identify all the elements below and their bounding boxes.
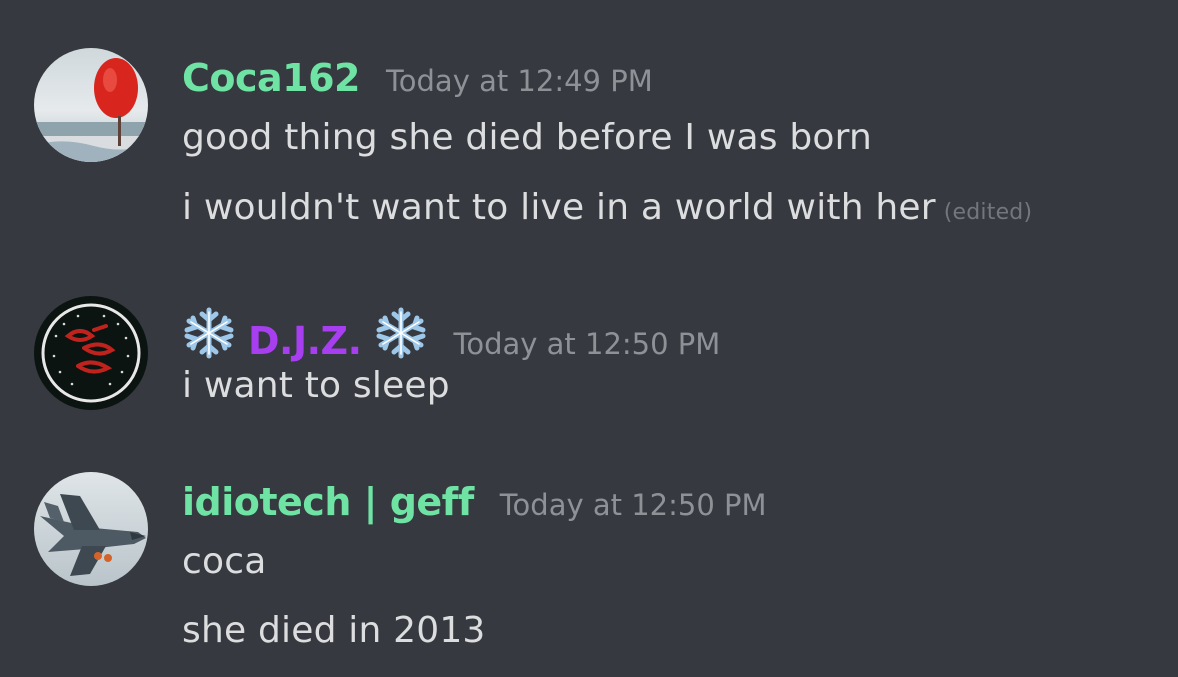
message-line: good thing she died before I was born <box>182 117 872 158</box>
timestamp: Today at 12:50 PM <box>453 327 721 361</box>
message-text: coca <box>182 541 267 582</box>
timestamp: Today at 12:50 PM <box>499 488 767 522</box>
message-line: i want to sleep <box>182 365 450 406</box>
avatar[interactable] <box>34 296 148 410</box>
message-text: i want to sleep <box>182 365 450 406</box>
fighter-jet-avatar-icon <box>34 472 148 586</box>
username[interactable]: Coca162 <box>182 56 360 100</box>
timestamp: Today at 12:49 PM <box>385 64 653 98</box>
edited-label: (edited) <box>943 200 1033 225</box>
message-text: good thing she died before I was born <box>182 117 873 158</box>
message-group-djz: D.J.Z. Today at 12:50 PM i want to sleep <box>0 260 1178 440</box>
message-text: i wouldn't want to live in a world with … <box>182 187 936 228</box>
avatar[interactable] <box>34 48 148 162</box>
snowflake-icon <box>182 306 236 360</box>
djz-logo-avatar-icon <box>34 296 148 410</box>
message-line: she died in 2013 <box>182 610 486 651</box>
message-text: she died in 2013 <box>182 610 486 651</box>
message-line: coca <box>182 541 266 582</box>
username[interactable]: D.J.Z. <box>248 319 362 363</box>
username[interactable]: idiotech | geff <box>182 480 474 524</box>
message-group-coca162: Coca162 Today at 12:49 PM good thing she… <box>0 0 1178 260</box>
snowflake-icon <box>374 306 428 360</box>
message-line: i wouldn't want to live in a world with … <box>182 187 1032 228</box>
avatar[interactable] <box>34 472 148 586</box>
message-group-idiotech-geff: idiotech | geff Today at 12:50 PM coca s… <box>0 440 1178 677</box>
red-balloon-beach-avatar-icon <box>34 48 148 162</box>
